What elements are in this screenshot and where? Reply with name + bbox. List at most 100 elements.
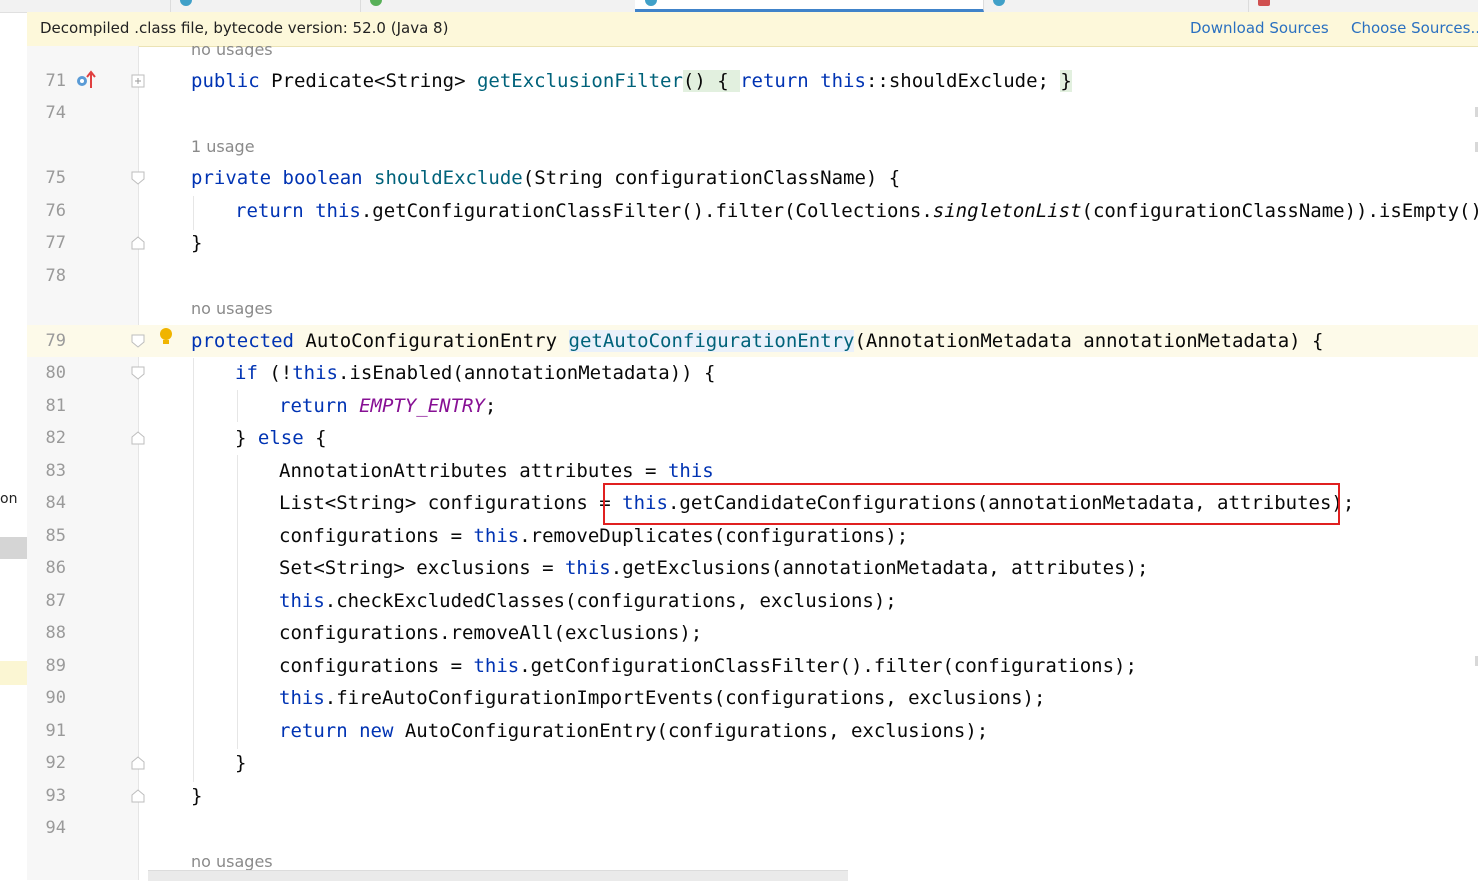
code-token: return this (235, 200, 361, 222)
line-number: 86 (45, 558, 66, 578)
editor-tab[interactable] (1248, 0, 1478, 12)
fold-start-icon[interactable] (131, 171, 145, 185)
expand-fold-icon[interactable] (131, 74, 145, 88)
code-token: (AnnotationMetadata annotationMetadata) … (854, 330, 1324, 352)
indent-guide (193, 358, 194, 782)
code-token: .checkExcludedClasses(configurations, ex… (324, 590, 897, 612)
code-line-80[interactable]: if (!this.isEnabled(annotationMetadata))… (235, 362, 715, 384)
code-line-89[interactable]: configurations = this.getConfigurationCl… (279, 655, 1137, 677)
code-token: singletonList (932, 200, 1082, 222)
line-number: 78 (45, 266, 66, 286)
code-token: .isEnabled(annotationMetadata)) { (337, 362, 716, 384)
code-line-83[interactable]: AnnotationAttributes attributes = this (279, 460, 714, 482)
code-token: { (315, 427, 327, 449)
line-number: 84 (45, 493, 66, 513)
project-panel-edge: on (0, 46, 28, 880)
horizontal-scrollbar[interactable] (148, 870, 848, 881)
code-token: .fireAutoConfigurationImportEvents(confi… (324, 687, 1046, 709)
editor-tab[interactable] (983, 0, 1249, 12)
code-token: private boolean (191, 167, 375, 189)
line-number: 74 (45, 103, 66, 123)
banner-message: Decompiled .class file, bytecode version… (40, 19, 449, 37)
code-line-88[interactable]: configurations.removeAll(exclusions); (279, 622, 702, 644)
code-line-92[interactable]: } (235, 752, 246, 774)
fold-end-icon[interactable] (131, 431, 145, 445)
indent-guide (193, 196, 194, 230)
code-line-86[interactable]: Set<String> exclusions = this.getExclusi… (279, 557, 1148, 579)
usages-hint[interactable]: 1 usage (191, 137, 255, 156)
code-token: this (473, 525, 520, 547)
code-token: () (682, 70, 718, 92)
code-line-82[interactable]: } else { (235, 427, 327, 449)
code-token: .removeDuplicates(configurations); (519, 525, 909, 547)
line-number: 83 (45, 461, 66, 481)
code-token: configurations = (279, 655, 474, 677)
line-number: 92 (45, 753, 66, 773)
code-token: getExclusionFilter (476, 70, 683, 92)
code-line-85[interactable]: configurations = this.removeDuplicates(c… (279, 525, 908, 547)
code-token: protected (191, 330, 306, 352)
code-line-81[interactable]: return EMPTY_ENTRY; (279, 395, 496, 417)
code-token: AnnotationAttributes attributes = (279, 460, 668, 482)
code-token: } (1060, 70, 1072, 92)
fold-end-icon[interactable] (131, 236, 145, 250)
code-line-87[interactable]: this.checkExcludedClasses(configurations… (279, 590, 897, 612)
implementing-method-icon[interactable] (75, 69, 97, 91)
usages-hint[interactable]: no usages (191, 852, 273, 871)
code-token: if (235, 362, 270, 384)
code-line-71[interactable]: public Predicate<String> getExclusionFil… (191, 70, 1072, 92)
code-token: .getExclusions(annotationMetadata, attri… (610, 557, 1149, 579)
code-token: List<String> configurations = (279, 492, 623, 514)
code-token: { (717, 70, 741, 92)
download-sources-link[interactable]: Download Sources (1190, 19, 1329, 37)
code-token: .getConfigurationClassFilter().filter(co… (519, 655, 1137, 677)
code-line-93[interactable]: } (191, 785, 202, 807)
annotation-highlight-box (603, 483, 1340, 525)
class-icon (370, 0, 382, 6)
line-number: 75 (45, 168, 66, 188)
editor-tab[interactable] (0, 0, 171, 12)
code-line-77[interactable]: } (191, 232, 202, 254)
project-tree-text-fragment: on (0, 491, 18, 507)
code-token: (String configurationClassName) { (522, 167, 901, 189)
line-number: 89 (45, 656, 66, 676)
code-token: this (667, 460, 714, 482)
line-number: 76 (45, 201, 66, 221)
code-token: .getConfigurationClassFilter().filter(Co… (360, 200, 933, 222)
code-token: (! (269, 362, 293, 384)
fold-end-icon[interactable] (131, 789, 145, 803)
code-token: return new (279, 720, 405, 742)
code-line-79[interactable]: protected AutoConfigurationEntry getAuto… (191, 330, 1323, 352)
fold-start-icon[interactable] (131, 334, 145, 348)
code-token: Set<String> exclusions = (279, 557, 565, 579)
editor-tab[interactable] (170, 0, 361, 12)
fold-start-icon[interactable] (131, 366, 145, 380)
code-token: ::shouldExclude; (865, 70, 1061, 92)
line-number: 90 (45, 688, 66, 708)
line-number: 91 (45, 721, 66, 741)
project-tree-highlight (0, 661, 27, 685)
code-token: this (279, 687, 325, 709)
project-tree-selection[interactable] (0, 537, 27, 559)
code-line-91[interactable]: return new AutoConfigurationEntry(config… (279, 720, 988, 742)
code-token: } (235, 427, 258, 449)
class-icon (645, 0, 657, 6)
editor-tab[interactable] (360, 0, 636, 12)
editor-tab-active[interactable] (635, 0, 984, 12)
line-number: 87 (45, 591, 66, 611)
indent-guide (237, 390, 238, 422)
line-number: 71 (45, 71, 66, 91)
usages-hint[interactable]: no usages (191, 40, 273, 57)
fold-end-icon[interactable] (131, 756, 145, 770)
code-line-75[interactable]: private boolean shouldExclude(String con… (191, 167, 900, 189)
code-token: AutoConfigurationEntry(configurations, e… (404, 720, 989, 742)
code-line-90[interactable]: this.fireAutoConfigurationImportEvents(c… (279, 687, 1045, 709)
indent-guide (237, 455, 238, 749)
code-token: shouldExclude (374, 167, 523, 189)
code-token: this (473, 655, 520, 677)
usages-hint[interactable]: no usages (191, 299, 273, 318)
lightbulb-icon[interactable] (158, 327, 174, 347)
code-line-76[interactable]: return this.getConfigurationClassFilter(… (235, 200, 1478, 222)
choose-sources-link[interactable]: Choose Sources... (1351, 19, 1478, 37)
line-number: 79 (45, 331, 66, 351)
